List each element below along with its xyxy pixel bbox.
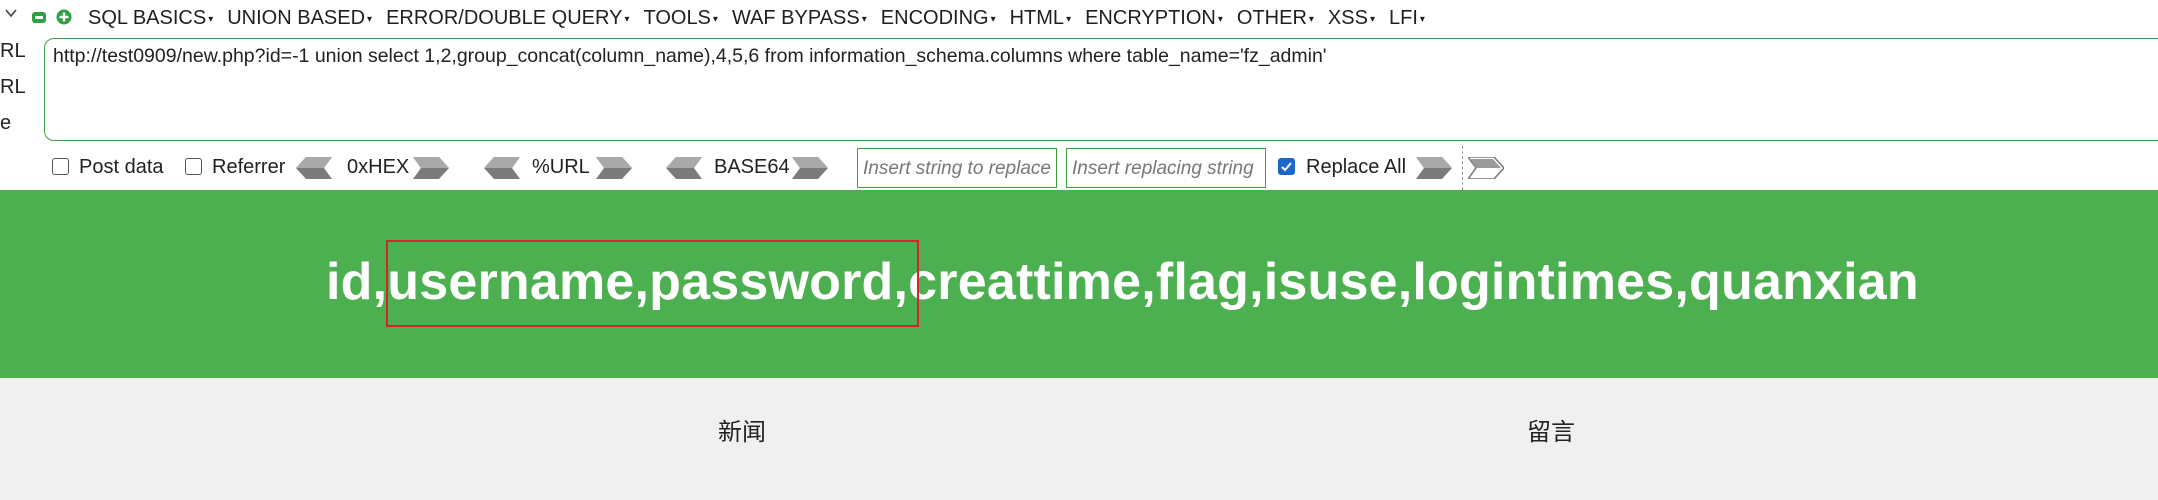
referrer-label: Referrer (212, 156, 286, 178)
highlight-annotation-box (386, 240, 919, 327)
nav-news-link[interactable]: 新闻 (718, 412, 766, 447)
menu-sql-basics[interactable]: SQL BASICS ▾ (88, 7, 213, 30)
menu-tools[interactable]: TOOLS ▾ (643, 7, 717, 30)
base64-encode-arrow-right-icon[interactable] (792, 157, 828, 179)
post-data-checkbox[interactable] (52, 158, 69, 175)
menu-list: SQL BASICS ▾ UNION BASED ▾ ERROR/DOUBLE QU… (88, 0, 1439, 36)
hex-decode-arrow-left-icon[interactable] (296, 157, 332, 179)
hex-label: 0xHEX (347, 156, 410, 178)
chevron-down-icon[interactable] (4, 6, 18, 20)
menu-encryption[interactable]: ENCRYPTION ▾ (1085, 7, 1223, 30)
options-row: Post data Referrer 0xHEX %URL BASE64 Ins… (0, 146, 2158, 190)
hex-encode-arrow-right-icon[interactable] (413, 157, 449, 179)
replace-all-label: Replace All (1306, 156, 1407, 178)
menu-encoding[interactable]: ENCODING ▾ (881, 7, 996, 30)
side-label-load-url[interactable]: RL (0, 40, 26, 63)
menu-union-based[interactable]: UNION BASED ▾ (227, 7, 372, 30)
referrer-checkbox[interactable] (185, 158, 202, 175)
menu-html[interactable]: HTML ▾ (1010, 7, 1071, 30)
base64-label: BASE64 (714, 156, 790, 178)
minus-icon[interactable] (32, 12, 46, 23)
url-value: http://test0909/new.php?id=-1 union sele… (53, 45, 1327, 67)
toolbar-menubar: SQL BASICS ▾ UNION BASED ▾ ERROR/DOUBLE QU… (0, 0, 2158, 36)
menu-waf-bypass[interactable]: WAF BYPASS ▾ (732, 7, 867, 30)
side-label-execute[interactable]: e (0, 112, 11, 135)
url-encode-arrow-right-icon[interactable] (596, 157, 632, 179)
replace-right-arrow-right-icon[interactable] (1468, 157, 1504, 179)
replace-left-arrow-right-icon[interactable] (1416, 157, 1452, 179)
replace-all-checkbox[interactable] (1278, 158, 1295, 175)
replace-string-input[interactable]: Insert string to replace (857, 148, 1057, 188)
base64-decode-arrow-left-icon[interactable] (666, 157, 702, 179)
options-divider (1462, 146, 1463, 190)
replacing-string-input[interactable]: Insert replacing string (1066, 148, 1266, 188)
menu-lfi[interactable]: LFI ▾ (1389, 7, 1425, 30)
plus-icon[interactable] (56, 9, 72, 25)
nav-message-link[interactable]: 留言 (1527, 412, 1575, 447)
url-textarea[interactable]: http://test0909/new.php?id=-1 union sele… (44, 38, 2158, 141)
url-decode-arrow-left-icon[interactable] (484, 157, 520, 179)
side-label-split-url[interactable]: RL (0, 76, 26, 99)
result-banner: id,username,password,creattime,flag,isus… (0, 190, 2158, 378)
menu-other[interactable]: OTHER ▾ (1237, 7, 1314, 30)
post-data-label: Post data (79, 156, 164, 178)
menu-error-double-query[interactable]: ERROR/DOUBLE QUERY ▾ (386, 7, 629, 30)
bottom-nav: 新闻 留言 (0, 378, 2158, 500)
url-encode-label: %URL (532, 156, 590, 178)
checkmark-icon (1281, 162, 1292, 172)
menu-xss[interactable]: XSS ▾ (1328, 7, 1375, 30)
